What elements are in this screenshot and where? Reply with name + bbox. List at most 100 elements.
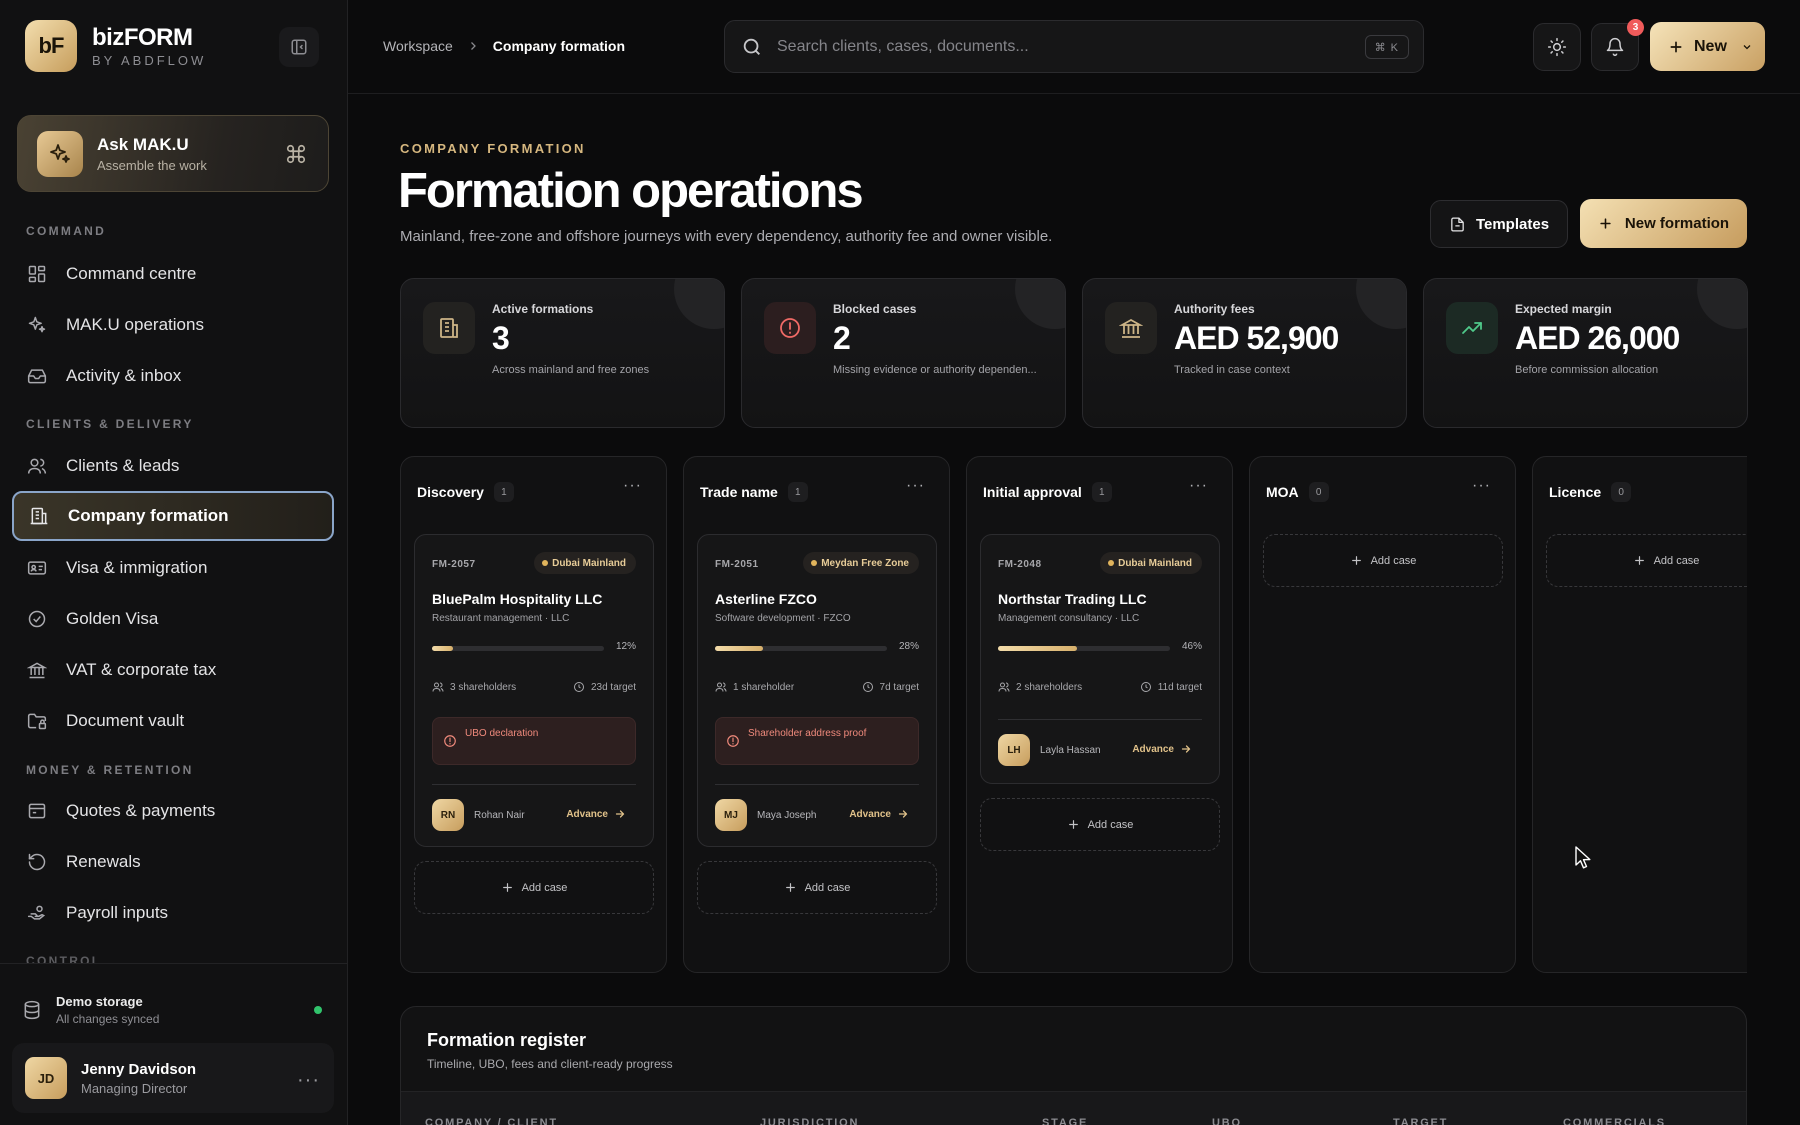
stat-label: Authority fees (1174, 302, 1255, 316)
new-formation-button[interactable]: New formation (1580, 199, 1747, 248)
brand-subtitle: BY ABDFLOW (92, 52, 207, 68)
more-icon[interactable]: ··· (297, 1069, 320, 1092)
search-input[interactable]: Search clients, cases, documents... ⌘ K (724, 20, 1424, 73)
brand[interactable]: bF bizFORM BY ABDFLOW (25, 20, 206, 72)
new-button-label: New (1694, 37, 1727, 55)
case-company-type: Management consultancy · LLC (998, 613, 1140, 624)
target-text: 7d target (879, 681, 919, 693)
user-name: Jenny Davidson (81, 1060, 197, 1078)
user-profile[interactable]: JD Jenny Davidson Managing Director ··· (12, 1043, 334, 1113)
shareholders-text: 1 shareholder (733, 681, 795, 693)
sidebar-item-company-formation[interactable]: Company formation (12, 491, 334, 541)
add-case-button[interactable]: Add case (414, 861, 654, 914)
column-header[interactable]: COMPANY / CLIENT (425, 1117, 558, 1125)
more-icon[interactable]: ··· (1189, 477, 1208, 495)
add-case-button[interactable]: Add case (1263, 534, 1503, 587)
sidebar-item-payroll-inputs[interactable]: Payroll inputs (12, 890, 334, 936)
page-description: Mainland, free-zone and offshore journey… (400, 228, 1053, 245)
advance-button[interactable]: Advance (1132, 743, 1192, 755)
sidebar-item-label: Company formation (68, 506, 229, 525)
alert-circle-icon (726, 734, 740, 748)
add-case-button[interactable]: Add case (1546, 534, 1747, 587)
case-id: FM-2048 (998, 559, 1042, 570)
sidebar-item-quotes-payments[interactable]: Quotes & payments (12, 788, 334, 834)
sync-status-dot (314, 1006, 322, 1014)
more-icon[interactable]: ··· (906, 477, 925, 495)
templates-button[interactable]: Templates (1430, 200, 1568, 248)
column-header[interactable]: COMMERCIALS (1563, 1117, 1666, 1125)
add-case-button[interactable]: Add case (697, 861, 937, 914)
column-count: 1 (493, 482, 514, 502)
avatar: MJ (715, 799, 747, 831)
more-icon[interactable]: ··· (1472, 477, 1491, 495)
sidebar-item-vat-corporate-tax[interactable]: VAT & corporate tax (12, 647, 334, 693)
sidebar-item-golden-visa[interactable]: Golden Visa (12, 596, 334, 642)
column-header[interactable]: STAGE (1042, 1117, 1088, 1125)
more-icon[interactable]: ··· (623, 477, 642, 495)
shareholders: 3 shareholders (432, 681, 516, 693)
case-card[interactable]: FM-2057 Dubai Mainland BluePalm Hospital… (414, 534, 654, 847)
sidebar-item-label: Document vault (66, 711, 185, 730)
sidebar-item-clients-leads[interactable]: Clients & leads (12, 443, 334, 489)
new-button[interactable]: New (1650, 22, 1765, 71)
breadcrumb-root[interactable]: Workspace (383, 38, 453, 54)
shareholders: 1 shareholder (715, 681, 794, 693)
stat-label: Blocked cases (833, 302, 917, 316)
case-company-type: Restaurant management · LLC (432, 613, 570, 624)
landmark-icon (26, 659, 48, 681)
bell-icon (1605, 37, 1625, 57)
templates-label: Templates (1475, 215, 1550, 233)
theme-toggle-button[interactable] (1533, 23, 1581, 71)
case-company-name: Northstar Trading LLC (998, 591, 1147, 607)
clock-icon (862, 681, 880, 693)
blocker-alert: Shareholder address proof (715, 717, 919, 765)
file-icon (1449, 216, 1466, 233)
target-days: 7d target (862, 681, 919, 693)
users-icon (26, 455, 48, 477)
jurisdiction-tag: Dubai Mainland (1100, 552, 1202, 574)
stat-card-authority-fees: Authority fees AED 52,900 Tracked in cas… (1082, 278, 1407, 428)
sidebar-item-label: Activity & inbox (66, 366, 182, 385)
sidebar-item-label: Payroll inputs (66, 903, 169, 922)
case-card[interactable]: FM-2048 Dubai Mainland Northstar Trading… (980, 534, 1220, 784)
users-icon (432, 681, 450, 693)
add-case-button[interactable]: Add case (980, 798, 1220, 851)
column-header[interactable]: TARGET (1393, 1117, 1448, 1125)
sidebar-item-document-vault[interactable]: Document vault (12, 698, 334, 744)
ask-maku-button[interactable]: Ask MAK.U Assemble the work (17, 115, 329, 192)
notifications-button[interactable]: 3 (1591, 19, 1644, 71)
advance-button[interactable]: Advance (849, 808, 909, 820)
sidebar-item-visa-immigration[interactable]: Visa & immigration (12, 545, 334, 591)
progress-fill (998, 646, 1078, 651)
advance-button[interactable]: Advance (566, 808, 626, 820)
plus-icon (1633, 554, 1654, 567)
sidebar-collapse-button[interactable] (279, 27, 319, 67)
sidebar-item-command-centre[interactable]: Command centre (12, 251, 334, 297)
target-text: 11d target (1157, 681, 1202, 693)
search-shortcut: ⌘ K (1364, 35, 1409, 59)
badge-check-icon (26, 608, 48, 630)
sidebar-item-maku-operations[interactable]: MAK.U operations (12, 302, 334, 348)
avatar: JD (25, 1057, 67, 1099)
add-case-label: Add case (521, 881, 568, 894)
refresh-icon (26, 851, 48, 873)
register-table-header: COMPANY / CLIENT JURISDICTION STAGE UBO … (401, 1091, 1746, 1125)
topbar: Workspace Company formation Search clien… (348, 0, 1800, 94)
blocker-alert: UBO declaration (432, 717, 636, 765)
column-title: Initial approval (983, 484, 1082, 500)
advance-label: Advance (566, 808, 608, 820)
progress-percent: 46% (1181, 641, 1202, 652)
column-header[interactable]: JURISDICTION (760, 1117, 859, 1125)
progress-percent: 12% (615, 641, 636, 652)
column-title: Licence (1549, 484, 1602, 500)
sidebar-footer: Demo storage All changes synced JD Jenny… (0, 963, 347, 1125)
sidebar-item-activity-inbox[interactable]: Activity & inbox (12, 353, 334, 399)
case-card[interactable]: FM-2051 Meydan Free Zone Asterline FZCO … (697, 534, 937, 847)
section-label-command: COMMAND (26, 224, 107, 238)
advance-label: Advance (1132, 743, 1174, 755)
sidebar-item-renewals[interactable]: Renewals (12, 839, 334, 885)
column-header[interactable]: UBO (1212, 1117, 1242, 1125)
sidebar: bF bizFORM BY ABDFLOW Ask MAK.U Assemble… (0, 0, 348, 1125)
column-title: MOA (1266, 484, 1299, 500)
storage-status[interactable]: Demo storage All changes synced (22, 994, 159, 1026)
